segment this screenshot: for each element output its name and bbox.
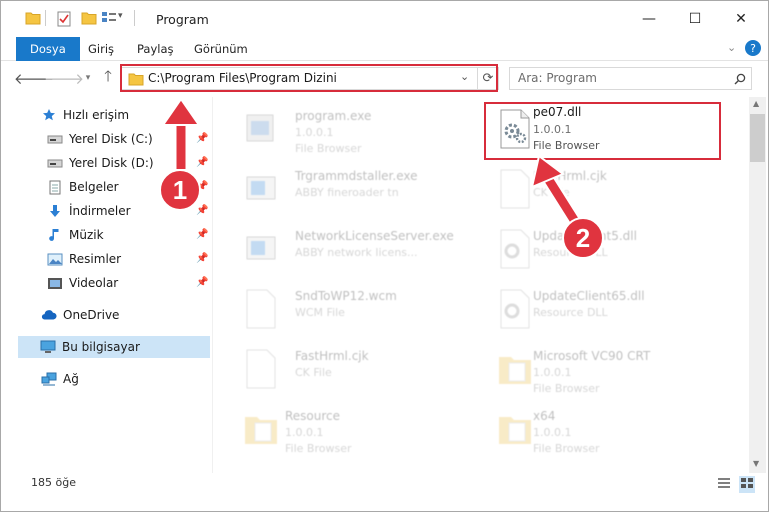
explorer-window: ▾ Program — ☐ ✕ Dosya Giriş Paylaş Görün… [0,0,769,512]
step-2-badge: 2 [562,217,604,259]
annotation-arrows [161,97,582,227]
step-1-badge: 1 [159,169,201,211]
